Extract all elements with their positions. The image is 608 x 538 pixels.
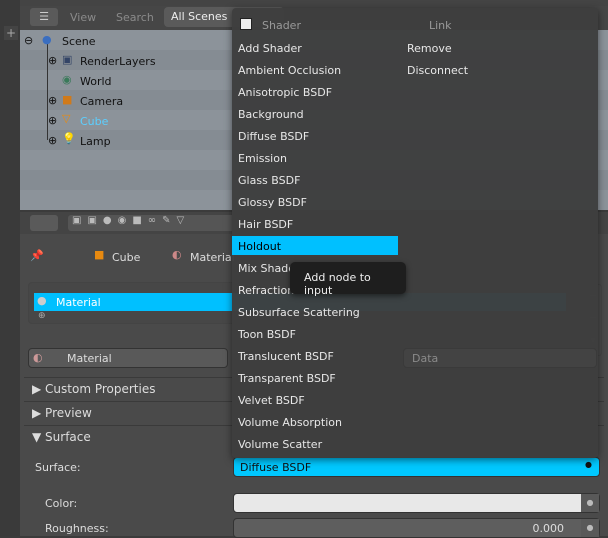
editor-type-icon[interactable]: ☰ [30,8,58,26]
color-label: Color: [45,497,78,510]
menu-item-translucent-bsdf[interactable]: Translucent BSDF [238,350,334,363]
tree-item-world[interactable]: World [80,75,112,88]
menu-item-glass-bsdf[interactable]: Glass BSDF [238,174,300,187]
menu-item-remove[interactable]: Remove [407,42,452,55]
menu-item-holdout[interactable]: Holdout [238,240,281,253]
material-browse[interactable]: ◐ Material [28,348,228,368]
menu-item-ambient-occlusion[interactable]: Ambient Occlusion [238,64,341,77]
editor-type-icon[interactable] [30,215,58,231]
view-menu[interactable]: View [70,11,96,24]
menu-item-transparent-bsdf[interactable]: Transparent BSDF [238,372,336,385]
add-node-menu: Shader Link Add Shader Ambient Occlusion A… [232,8,598,458]
roughness-slider[interactable]: 0.000 ● [233,518,600,538]
expand-icon[interactable]: ⊕ [48,94,57,107]
left-toolbar-strip: + [0,0,20,536]
tree-item-cube[interactable]: Cube [80,115,108,128]
collapse-icon[interactable]: ⊖ [24,34,33,47]
expand-icon[interactable]: ⊕ [48,54,57,67]
sphere-icon: ● [37,294,47,307]
menu-item-velvet-bsdf[interactable]: Velvet BSDF [238,394,305,407]
lamp-icon: 💡 [62,132,76,145]
surface-shader-select[interactable]: Diffuse BSDF ● [233,457,600,477]
menu-item-disconnect[interactable]: Disconnect [407,64,468,77]
menu-item-background[interactable]: Background [238,108,304,121]
menu-item-volume-absorption[interactable]: Volume Absorption [238,416,342,429]
menu-item-glossy-bsdf[interactable]: Glossy BSDF [238,196,307,209]
menu-item-add-shader[interactable]: Add Shader [238,42,302,55]
tooltip: Add node to input [290,262,406,297]
material-icon: ◐ [33,351,43,364]
menu-header-link: Link [429,19,452,32]
search-menu[interactable]: Search [116,11,154,24]
context-tabs[interactable]: ▣▣●◉■∞✎▽ [68,215,238,231]
surface-label: Surface: [35,461,81,474]
breadcrumb-object: Cube [112,251,141,264]
cube-icon: ■ [94,248,105,261]
menu-item-diffuse-bsdf[interactable]: Diffuse BSDF [238,130,309,143]
node-icon [240,18,252,30]
pin-icon[interactable]: 📌 [30,249,44,262]
render-layers-icon: ▣ [62,53,73,66]
menu-header-shader: Shader [262,19,301,32]
menu-item-toon-bsdf[interactable]: Toon BSDF [238,328,296,341]
tree-item-lamp[interactable]: Lamp [80,135,111,148]
material-icon: ◐ [172,248,182,261]
mesh-icon: ▽ [62,112,71,125]
tree-item-scene[interactable]: Scene [62,35,96,48]
scene-icon: ● [42,33,52,46]
data-link-select[interactable]: Data [403,348,597,368]
add-slot-icon[interactable]: ⊕ [38,311,46,321]
menu-item-subsurface-scattering[interactable]: Subsurface Scattering [238,306,360,319]
breadcrumb-material: Material [190,251,235,264]
expand-icon[interactable]: ⊕ [48,134,57,147]
menu-item-anisotropic-bsdf[interactable]: Anisotropic BSDF [238,86,332,99]
add-icon[interactable]: + [4,26,18,40]
tree-item-camera[interactable]: Camera [80,95,123,108]
color-field[interactable]: ● [233,493,600,513]
camera-icon: ■ [62,93,73,106]
menu-item-emission[interactable]: Emission [238,152,287,165]
tree-item-renderlayers[interactable]: RenderLayers [80,55,156,68]
menu-item-volume-scatter[interactable]: Volume Scatter [238,438,322,451]
world-icon: ◉ [62,73,72,86]
menu-item-hair-bsdf[interactable]: Hair BSDF [238,218,293,231]
expand-icon[interactable]: ⊕ [48,114,57,127]
roughness-label: Roughness: [45,522,109,535]
